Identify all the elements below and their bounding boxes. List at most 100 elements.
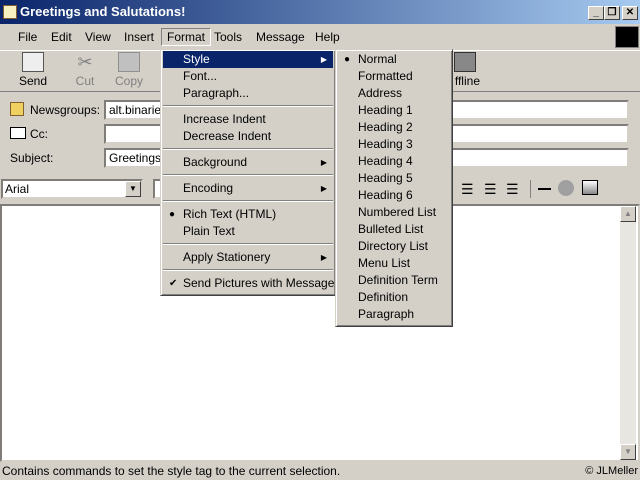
send-button[interactable]: Send: [14, 52, 52, 88]
item-label: Bulleted List: [358, 222, 424, 236]
style-item-formatted[interactable]: Formatted: [338, 68, 450, 85]
justify-icon[interactable]: ☰: [506, 181, 519, 198]
minimize-button[interactable]: _: [588, 6, 604, 20]
menu-item-send-pictures[interactable]: ✔ Send Pictures with Message: [163, 275, 334, 292]
menu-separator: [163, 269, 333, 271]
credit: © JLMeller: [585, 465, 638, 477]
item-label: Encoding: [183, 181, 234, 195]
send-icon: [22, 52, 44, 72]
scissors-icon: ✂: [77, 52, 93, 72]
subject-label: Subject:: [10, 151, 54, 165]
item-label: Address: [358, 86, 403, 100]
menu-insert[interactable]: Insert: [124, 30, 154, 44]
title-bar: Greetings and Salutations!: [0, 0, 640, 24]
app-icon: [3, 5, 17, 19]
menu-item-encoding[interactable]: Encoding ▶: [163, 180, 333, 197]
window-title: Greetings and Salutations!: [20, 4, 186, 19]
format-menu: Style ▶ Font... Paragraph... Increase Ind…: [160, 49, 336, 296]
menu-message[interactable]: Message: [256, 30, 305, 44]
item-label: Numbered List: [358, 205, 437, 219]
style-item-heading-2[interactable]: Heading 2: [338, 119, 450, 136]
item-label: Decrease Indent: [183, 129, 272, 143]
item-label: Heading 1: [358, 103, 413, 117]
menu-separator: [163, 243, 333, 245]
restore-button[interactable]: ❐: [604, 6, 620, 20]
status-text: Contains commands to set the style tag t…: [2, 464, 341, 478]
scroll-down-icon[interactable]: ▼: [620, 444, 636, 460]
menu-view[interactable]: View: [85, 30, 111, 44]
hyperlink-icon[interactable]: [558, 180, 574, 196]
style-item-heading-1[interactable]: Heading 1: [338, 102, 450, 119]
style-item-heading-5[interactable]: Heading 5: [338, 170, 450, 187]
item-label: Heading 5: [358, 171, 413, 185]
style-item-heading-6[interactable]: Heading 6: [338, 187, 450, 204]
menu-file[interactable]: File: [18, 30, 37, 44]
item-label: Heading 2: [358, 120, 413, 134]
item-label: Heading 4: [358, 154, 413, 168]
item-label: Increase Indent: [183, 112, 266, 126]
submenu-arrow-icon: ▶: [320, 184, 327, 193]
copy-label: Copy: [114, 74, 143, 88]
item-label: Directory List: [358, 239, 429, 253]
vertical-scrollbar[interactable]: ▲ ▼: [620, 206, 636, 460]
align-center-icon[interactable]: ☰: [461, 181, 474, 198]
offline-label: ffline: [454, 74, 480, 88]
menu-item-style[interactable]: Style ▶: [163, 51, 333, 68]
newsgroups-label: Newsgroups:: [30, 103, 101, 117]
menu-item-apply-stationery[interactable]: Apply Stationery ▶: [163, 249, 333, 266]
item-label: Rich Text (HTML): [183, 207, 277, 221]
style-item-heading-4[interactable]: Heading 4: [338, 153, 450, 170]
item-label: Style: [183, 52, 210, 66]
menu-format[interactable]: Format: [161, 28, 212, 46]
item-label: Heading 3: [358, 137, 413, 151]
toolbar-divider: [530, 180, 531, 198]
font-value: Arial: [5, 182, 30, 196]
style-item-definition[interactable]: Definition: [338, 289, 450, 306]
menu-item-background[interactable]: Background ▶: [163, 154, 333, 171]
style-item-bulleted-list[interactable]: Bulleted List: [338, 221, 450, 238]
menu-separator: [163, 174, 333, 176]
style-submenu: ● Normal Formatted Address Heading 1 Heading …: [335, 49, 453, 327]
style-item-directory-list[interactable]: Directory List: [338, 238, 450, 255]
menu-item-plain-text[interactable]: Plain Text: [163, 223, 333, 240]
item-label: Paragraph...: [183, 86, 250, 100]
menu-item-font[interactable]: Font...: [163, 68, 333, 85]
cc-label: Cc:: [30, 127, 48, 141]
item-label: Heading 6: [358, 188, 413, 202]
chevron-down-icon[interactable]: ▼: [125, 181, 141, 197]
item-label: Definition Term: [358, 273, 438, 287]
menu-item-rich-text[interactable]: ● Rich Text (HTML): [163, 206, 333, 223]
offline-icon: [454, 52, 476, 72]
copy-button[interactable]: Copy: [112, 52, 146, 88]
item-label: Menu List: [358, 256, 411, 270]
insert-picture-icon[interactable]: [582, 180, 598, 195]
style-item-definition-term[interactable]: Definition Term: [338, 272, 450, 289]
address-book-icon: [10, 127, 26, 139]
menu-item-paragraph[interactable]: Paragraph...: [163, 85, 333, 102]
horizontal-line-icon[interactable]: [538, 188, 551, 190]
style-item-normal[interactable]: ● Normal: [338, 51, 450, 68]
menu-item-increase-indent[interactable]: Increase Indent: [163, 111, 333, 128]
cut-button[interactable]: ✂ Cut: [70, 52, 100, 88]
font-combo[interactable]: Arial ▼: [1, 179, 143, 199]
scroll-up-icon[interactable]: ▲: [620, 206, 636, 222]
menu-separator: [163, 148, 333, 150]
style-item-paragraph[interactable]: Paragraph: [338, 306, 450, 323]
item-label: Background: [183, 155, 248, 169]
item-label: Formatted: [358, 69, 413, 83]
menu-separator: [163, 105, 333, 107]
style-item-address[interactable]: Address: [338, 85, 450, 102]
menu-item-decrease-indent[interactable]: Decrease Indent: [163, 128, 333, 145]
style-item-menu-list[interactable]: Menu List: [338, 255, 450, 272]
submenu-arrow-icon: ▶: [320, 55, 327, 64]
menu-edit[interactable]: Edit: [51, 30, 72, 44]
menu-tools[interactable]: Tools: [214, 30, 242, 44]
style-item-numbered-list[interactable]: Numbered List: [338, 204, 450, 221]
close-button[interactable]: ✕: [622, 6, 638, 20]
style-item-heading-3[interactable]: Heading 3: [338, 136, 450, 153]
item-label: Plain Text: [183, 224, 235, 238]
menu-help[interactable]: Help: [315, 30, 340, 44]
status-bar: Contains commands to set the style tag t…: [0, 462, 640, 480]
item-label: Apply Stationery: [183, 250, 271, 264]
align-right-icon[interactable]: ☰: [484, 181, 497, 198]
